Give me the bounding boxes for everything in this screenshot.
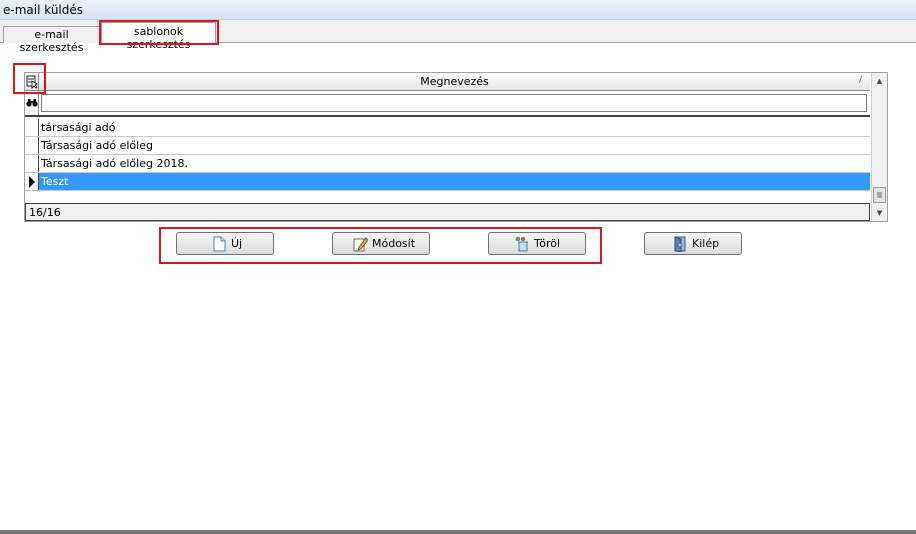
exit-button-label: Kilép [692, 237, 720, 250]
row-name: társasági adó [41, 121, 116, 134]
edit-pencil-icon [353, 237, 368, 252]
exit-door-icon [674, 236, 686, 252]
grid-settings-button[interactable] [25, 73, 39, 91]
row-pointer-icon [29, 176, 35, 188]
templates-grid: Megnevezés / társasági adó Társasági adó… [24, 72, 888, 222]
exit-button[interactable]: Kilép [644, 232, 742, 255]
delete-button-label: Töröl [534, 237, 561, 250]
edit-button-label: Módosít [372, 237, 416, 250]
row-indicator [25, 173, 39, 190]
grid-header: Megnevezés / [25, 73, 870, 91]
new-document-icon [213, 236, 226, 252]
scroll-thumb[interactable] [873, 187, 886, 203]
delete-icon [515, 236, 528, 252]
column-header-name[interactable]: Megnevezés [39, 75, 870, 88]
filter-input[interactable] [41, 94, 867, 112]
scroll-down-arrow-icon[interactable]: ▼ [872, 205, 887, 221]
grip-icon [877, 192, 882, 198]
table-row-selected[interactable]: Teszt [25, 173, 870, 191]
delete-button[interactable]: Töröl [488, 232, 586, 255]
row-name: Társasági adó előleg 2018. [41, 157, 188, 170]
record-counter: 16/16 [25, 203, 870, 221]
scroll-up-arrow-icon[interactable]: ▲ [872, 73, 887, 89]
table-row[interactable]: Társasági adó előleg [25, 137, 870, 155]
filter-row [25, 91, 870, 117]
grid-scrollbar[interactable]: ▲ ▼ [871, 73, 887, 221]
row-name: Társasági adó előleg [41, 139, 153, 152]
filter-indicator [25, 91, 39, 115]
table-row[interactable]: Társasági adó előleg 2018. [25, 155, 870, 173]
record-count-text: 16/16 [29, 206, 61, 219]
table-row[interactable]: társasági adó [25, 119, 870, 137]
window-title: e-mail küldés [0, 0, 916, 20]
row-indicator [25, 137, 39, 154]
edit-button[interactable]: Módosít [332, 232, 430, 255]
grid-settings-icon [26, 75, 38, 89]
tab-email-edit[interactable]: e-mail szerkesztés [3, 26, 100, 54]
new-button-label: Új [231, 237, 243, 250]
bottom-border [0, 530, 916, 534]
sort-indicator: / [858, 75, 862, 85]
row-indicator [25, 119, 39, 136]
new-button[interactable]: Új [176, 232, 274, 255]
binoculars-icon [26, 99, 38, 107]
tab-templates-edit[interactable]: sablonok szerkesztés [101, 22, 216, 51]
row-name: Teszt [41, 175, 69, 188]
row-indicator [25, 155, 39, 172]
